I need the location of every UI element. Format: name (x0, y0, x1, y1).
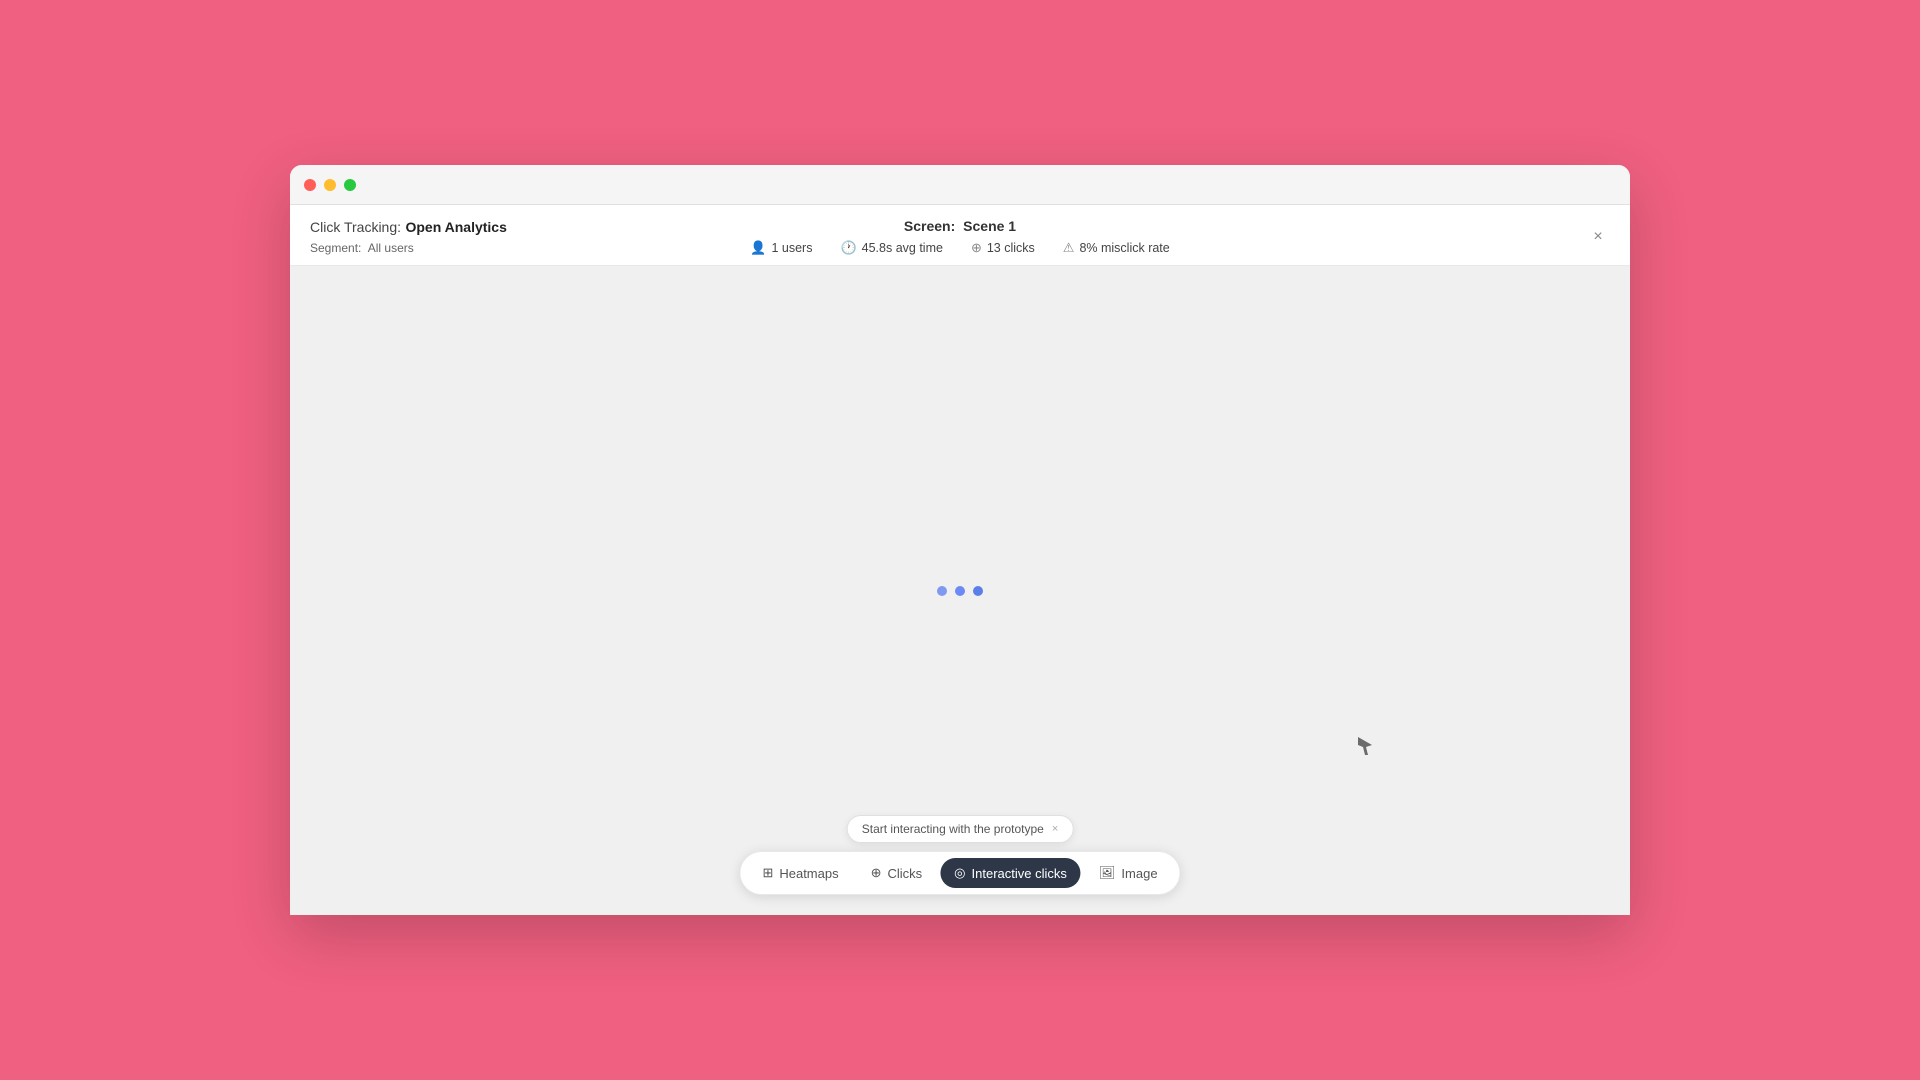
tab-heatmaps[interactable]: ⊞ Heatmaps (748, 858, 852, 888)
avg-time-value: 45.8s avg time (862, 241, 943, 255)
users-count: 1 users (771, 241, 812, 255)
segment-info: Segment: All users (310, 241, 507, 255)
users-icon: 👤 (750, 240, 766, 256)
loading-indicator (937, 586, 983, 596)
misclick-value: 8% misclick rate (1079, 241, 1169, 255)
title-bar (290, 165, 1630, 205)
tooltip-text: Start interacting with the prototype (862, 822, 1044, 836)
tooltip-close-button[interactable]: × (1052, 823, 1058, 835)
close-button[interactable]: × (1586, 225, 1610, 249)
app-title: Click Tracking: Open Analytics (310, 219, 507, 237)
title-app: Open Analytics (405, 219, 506, 235)
loading-dot-1 (937, 586, 947, 596)
title-prefix: Click Tracking: (310, 219, 401, 235)
heatmaps-icon: ⊞ (762, 865, 773, 881)
stat-avg-time: 🕐 45.8s avg time (840, 240, 942, 256)
tab-bar: ⊞ Heatmaps ⊕ Clicks ◎ Interactive clicks… (739, 851, 1180, 895)
loading-dot-3 (973, 586, 983, 596)
maximize-dot[interactable] (344, 179, 356, 191)
screen-title: Screen: Scene 1 (750, 218, 1169, 234)
misclick-icon: ⚠ (1063, 240, 1075, 256)
main-window: Click Tracking: Open Analytics Segment: … (290, 165, 1630, 915)
minimize-dot[interactable] (324, 179, 336, 191)
click-icon: ⊕ (971, 240, 982, 256)
close-dot[interactable] (304, 179, 316, 191)
interactive-icon: ◎ (954, 865, 965, 881)
header: Click Tracking: Open Analytics Segment: … (290, 205, 1630, 266)
clicks-value: 13 clicks (987, 241, 1035, 255)
interactive-clicks-label: Interactive clicks (972, 866, 1067, 881)
traffic-lights (304, 179, 356, 191)
stat-clicks: ⊕ 13 clicks (971, 240, 1035, 256)
heatmaps-label: Heatmaps (779, 866, 838, 881)
close-icon[interactable]: × (1586, 225, 1610, 249)
stat-users: 👤 1 users (750, 240, 812, 256)
main-content: Start interacting with the prototype × ⊞… (290, 266, 1630, 915)
clock-icon: 🕐 (840, 240, 856, 256)
segment-label: Segment: (310, 241, 361, 255)
clicks-label: Clicks (888, 866, 923, 881)
tab-image[interactable]: 🖼 Image (1085, 858, 1172, 888)
screen-label: Screen: (904, 218, 955, 234)
tab-clicks[interactable]: ⊕ Clicks (857, 858, 937, 888)
prototype-tooltip: Start interacting with the prototype × (847, 815, 1074, 843)
clicks-tab-icon: ⊕ (871, 865, 882, 881)
image-tab-icon: 🖼 (1099, 865, 1116, 881)
image-label: Image (1121, 866, 1157, 881)
screen-name: Scene 1 (963, 218, 1016, 234)
stats-row: 👤 1 users 🕐 45.8s avg time ⊕ 13 clicks ⚠… (750, 240, 1169, 256)
segment-value: All users (368, 241, 414, 255)
stat-misclick: ⚠ 8% misclick rate (1063, 240, 1170, 256)
tab-interactive-clicks[interactable]: ◎ Interactive clicks (940, 858, 1081, 888)
cursor-indicator (1358, 737, 1370, 755)
loading-dot-2 (955, 586, 965, 596)
